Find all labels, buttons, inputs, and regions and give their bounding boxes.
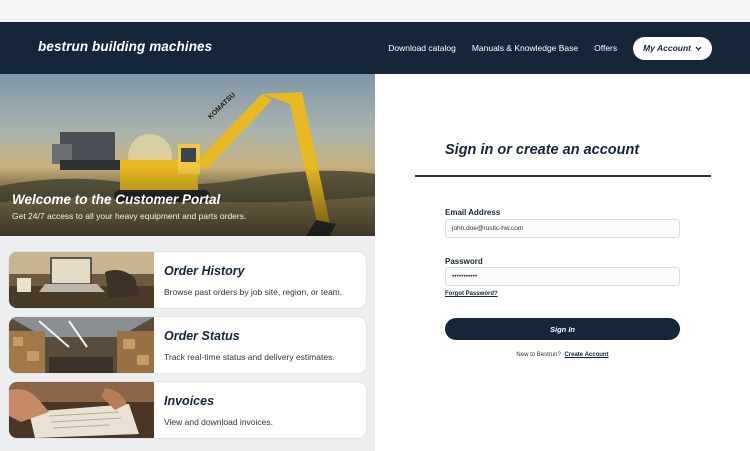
order-history-card[interactable]: Order History Browse past orders by job … (9, 252, 366, 308)
nav-download-catalog[interactable]: Download catalog (388, 43, 456, 53)
my-account-label: My Account (643, 43, 691, 53)
order-status-title: Order Status (164, 329, 240, 343)
hero-banner: KOMATSU Welcome to the Customer Portal G… (0, 74, 375, 236)
invoices-card[interactable]: Invoices View and download invoices. (9, 382, 366, 438)
laptop-desk-image (9, 252, 154, 308)
email-field[interactable] (445, 219, 680, 238)
create-account-link[interactable]: Create Account (564, 352, 608, 358)
order-status-card[interactable]: Order Status Track real-time status and … (9, 317, 366, 373)
brand-logo[interactable]: bestrun building machines (38, 39, 212, 54)
create-account-row: New to Bestrun? Create Account (445, 352, 680, 358)
nav-offers[interactable]: Offers (594, 43, 617, 53)
email-label: Email Address (445, 208, 501, 217)
komatsu-logo: KOMATSU (207, 92, 237, 121)
order-history-title: Order History (164, 264, 245, 278)
customer-portal-page: bestrun building machines Download catal… (0, 0, 750, 451)
nav-manuals-knowledge-base[interactable]: Manuals & Knowledge Base (472, 43, 578, 53)
signin-panel: Sign in or create an account Email Addre… (375, 74, 750, 451)
left-panel: KOMATSU Welcome to the Customer Portal G… (0, 74, 375, 451)
sign-in-button[interactable]: Sign In (445, 318, 680, 340)
order-status-description: Track real-time status and delivery esti… (164, 352, 335, 362)
password-label: Password (445, 257, 483, 266)
my-account-button[interactable]: My Account (633, 36, 712, 60)
chevron-down-icon (695, 46, 702, 51)
hero-subtitle: Get 24/7 access to all your heavy equipm… (12, 211, 247, 221)
warehouse-image (9, 317, 154, 373)
signin-title: Sign in or create an account (445, 142, 640, 158)
invoice-document-image (9, 382, 154, 438)
top-navbar: bestrun building machines Download catal… (0, 22, 750, 74)
main-nav: Download catalog Manuals & Knowledge Bas… (372, 22, 712, 74)
new-user-prompt: New to Bestrun? (516, 352, 561, 358)
password-field[interactable] (445, 267, 680, 286)
hero-title: Welcome to the Customer Portal (12, 192, 221, 207)
invoices-description: View and download invoices. (164, 417, 273, 427)
invoices-title: Invoices (164, 394, 215, 408)
forgot-password-link[interactable]: Forgot Password? (445, 291, 498, 297)
title-divider (415, 175, 711, 177)
order-history-description: Browse past orders by job site, region, … (164, 287, 343, 297)
